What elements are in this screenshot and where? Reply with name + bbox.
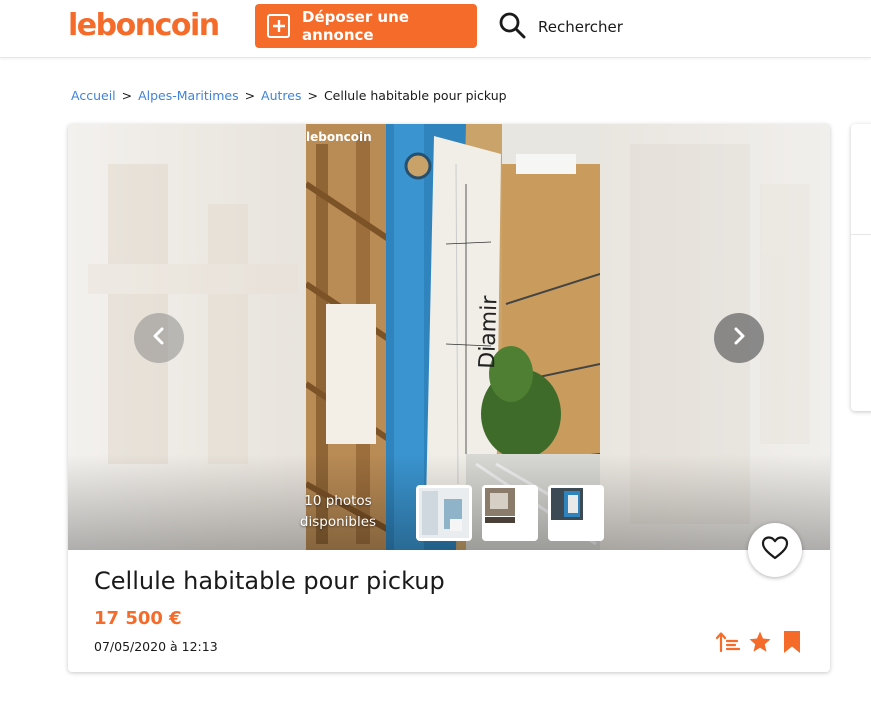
thumbnail-image	[419, 488, 469, 538]
chevron-right-icon	[730, 327, 748, 349]
deposit-ad-button[interactable]: Déposer une annonce	[255, 4, 477, 48]
photo-thumbnail[interactable]	[482, 485, 538, 541]
sort-icon[interactable]	[716, 630, 740, 654]
search-link[interactable]: Rechercher	[498, 10, 623, 44]
photos-count-number: 10 photos	[304, 493, 372, 509]
photo-thumbnail[interactable]	[548, 485, 604, 541]
search-label: Rechercher	[538, 18, 623, 36]
photos-count-label: disponibles	[299, 514, 377, 530]
leboncoin-logo[interactable]: leboncoin	[68, 8, 220, 43]
search-icon	[498, 11, 526, 43]
header: leboncoin Déposer une annonce Rechercher	[0, 0, 871, 58]
chevron-left-icon	[150, 327, 168, 349]
breadcrumb-separator: >	[307, 88, 318, 103]
seller-side-card	[851, 124, 871, 411]
favorite-button[interactable]	[748, 523, 802, 577]
breadcrumb-home[interactable]: Accueil	[71, 88, 116, 103]
listing-actions	[716, 630, 804, 654]
photo-brand-text: Diamir	[475, 294, 503, 369]
previous-photo-button[interactable]	[134, 313, 184, 363]
thumbnail-image	[482, 485, 538, 541]
photo-watermark: leboncoin	[306, 130, 372, 144]
listing-card: leboncoin Diamir 10 photos disponibles C…	[68, 124, 830, 672]
listing-price: 17 500 €	[94, 608, 182, 629]
deposit-ad-label: Déposer une annonce	[302, 8, 409, 44]
breadcrumb-region[interactable]: Alpes-Maritimes	[138, 88, 238, 103]
photo-thumbnail[interactable]	[416, 485, 472, 541]
photos-count[interactable]: 10 photos disponibles	[288, 491, 388, 533]
listing-title: Cellule habitable pour pickup	[94, 567, 445, 595]
breadcrumb-current: Cellule habitable pour pickup	[323, 88, 507, 103]
listing-date: 07/05/2020 à 12:13	[94, 639, 218, 654]
breadcrumb: Accueil > Alpes-Maritimes > Autres > Cel…	[71, 88, 507, 103]
plus-square-icon	[267, 14, 291, 38]
photo-gallery: leboncoin Diamir 10 photos disponibles	[68, 124, 830, 550]
divider	[851, 234, 871, 235]
breadcrumb-separator: >	[244, 88, 256, 103]
bookmark-icon[interactable]	[780, 630, 804, 654]
thumbnail-image	[548, 485, 604, 541]
star-icon[interactable]	[748, 630, 772, 654]
breadcrumb-category[interactable]: Autres	[261, 88, 301, 103]
breadcrumb-separator: >	[121, 88, 133, 103]
heart-icon	[761, 535, 789, 565]
next-photo-button[interactable]	[714, 313, 764, 363]
